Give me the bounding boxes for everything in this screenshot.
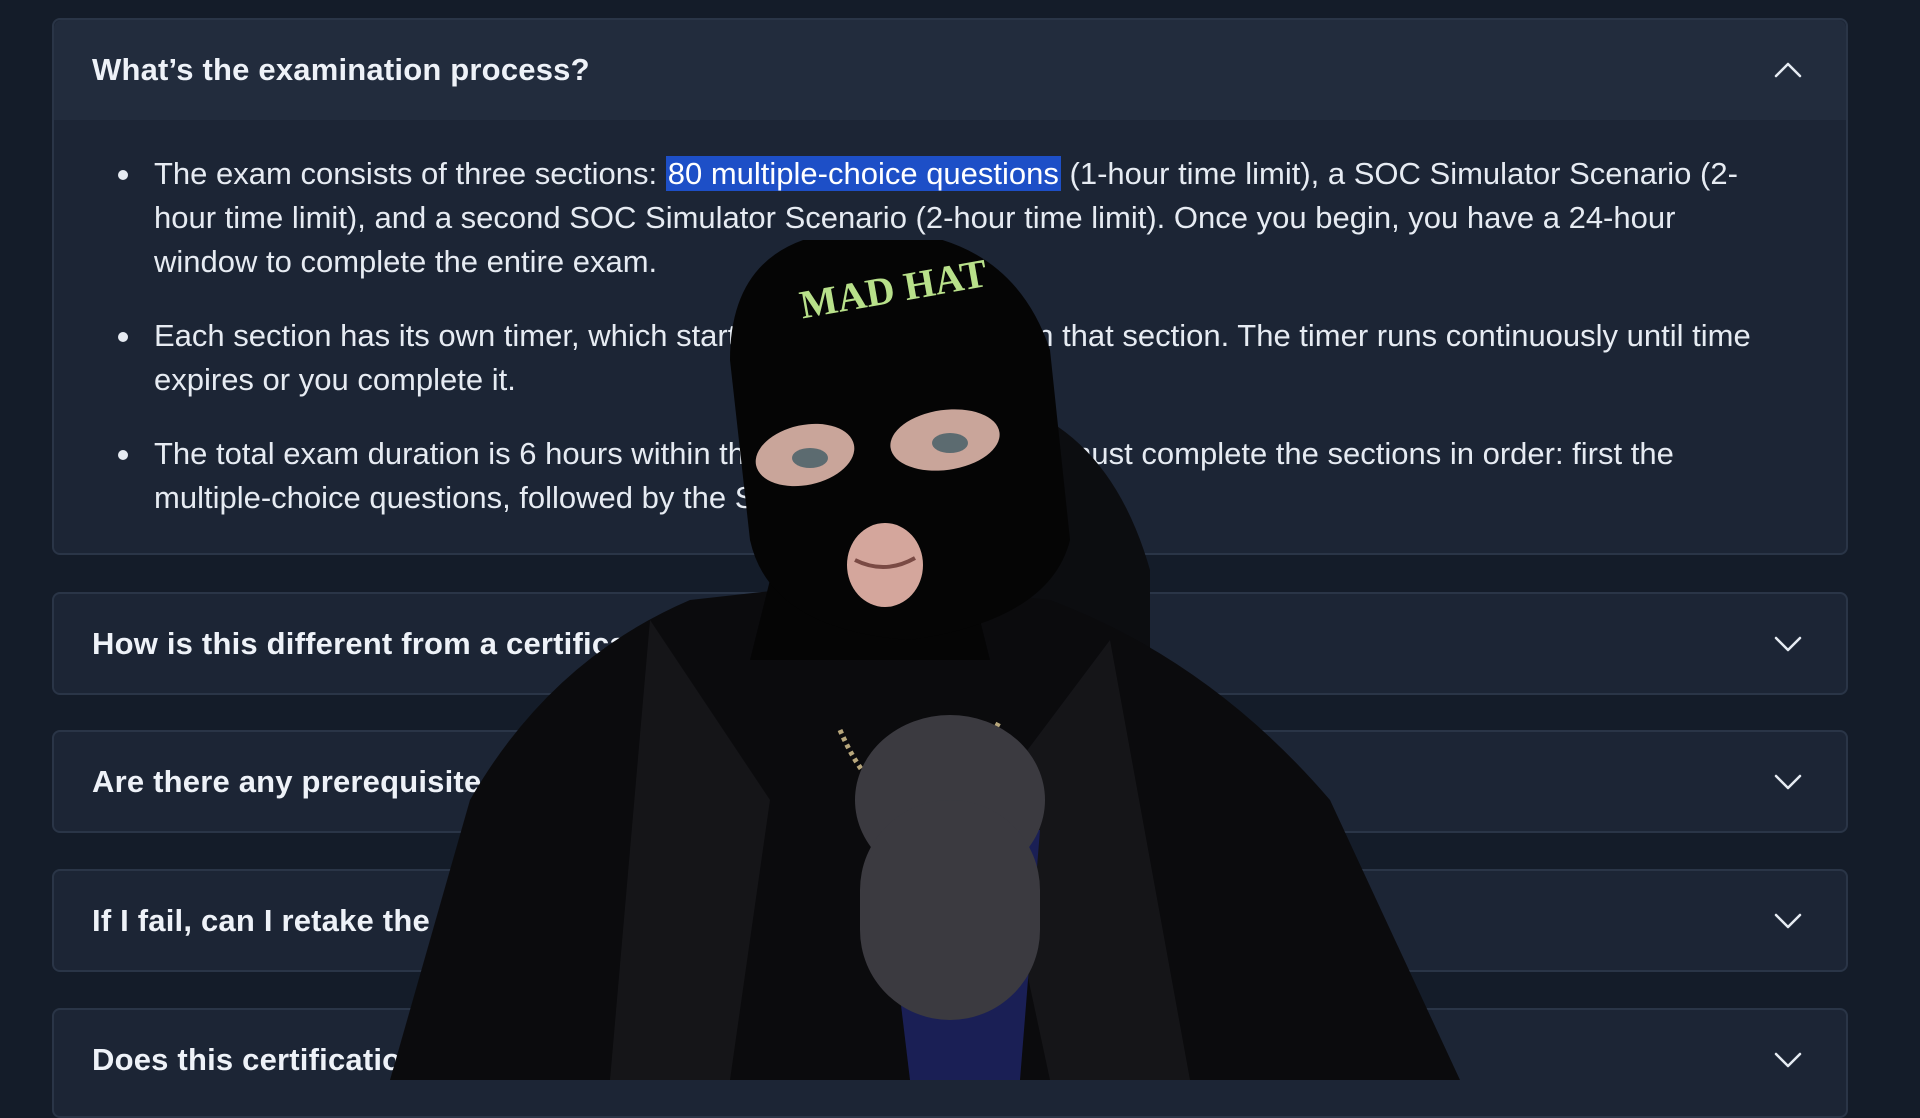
faq-header[interactable]: What’s the examination process?	[54, 20, 1846, 120]
chevron-down-icon[interactable]	[1770, 903, 1806, 939]
chevron-up-icon[interactable]	[1770, 52, 1806, 88]
faq-question: What’s the examination process?	[92, 52, 590, 87]
chevron-down-icon[interactable]	[1770, 764, 1806, 800]
chevron-down-icon[interactable]	[1770, 1042, 1806, 1078]
chevron-down-icon[interactable]	[1770, 626, 1806, 662]
streamer-webcam-overlay: MAD HAT	[390, 240, 1460, 1080]
selected-text: 80 multiple-choice questions	[665, 156, 1061, 191]
